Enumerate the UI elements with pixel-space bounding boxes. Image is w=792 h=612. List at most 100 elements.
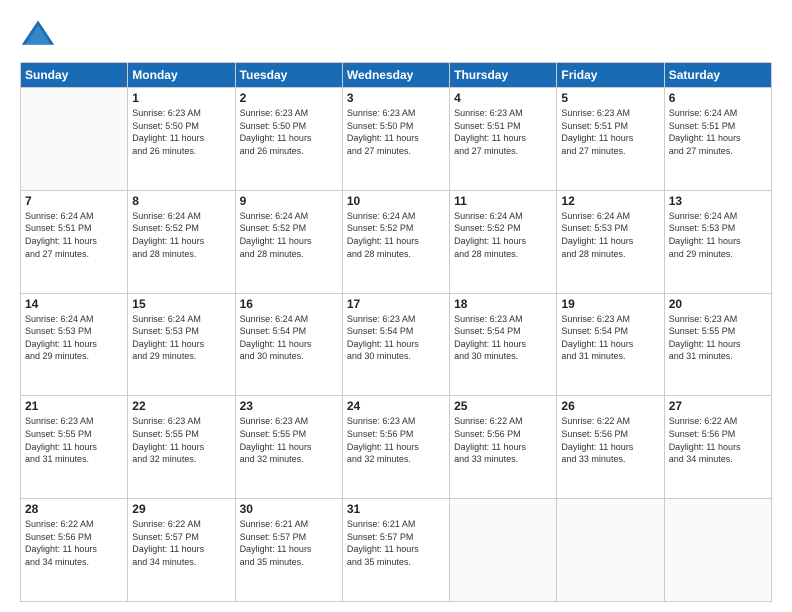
day-number: 28 — [25, 502, 123, 516]
day-number: 26 — [561, 399, 659, 413]
calendar: SundayMondayTuesdayWednesdayThursdayFrid… — [20, 62, 772, 602]
calendar-cell: 21 Sunrise: 6:23 AMSunset: 5:55 PMDayligh… — [21, 396, 128, 499]
calendar-cell: 6 Sunrise: 6:24 AMSunset: 5:51 PMDaylight… — [664, 88, 771, 191]
day-info: Sunrise: 6:22 AMSunset: 5:57 PMDaylight:… — [132, 518, 230, 568]
day-info: Sunrise: 6:24 AMSunset: 5:52 PMDaylight:… — [240, 210, 338, 260]
day-info: Sunrise: 6:23 AMSunset: 5:55 PMDaylight:… — [669, 313, 767, 363]
calendar-cell: 30 Sunrise: 6:21 AMSunset: 5:57 PMDayligh… — [235, 499, 342, 602]
calendar-cell: 15 Sunrise: 6:24 AMSunset: 5:53 PMDayligh… — [128, 293, 235, 396]
header-day-friday: Friday — [557, 63, 664, 88]
logo — [20, 16, 62, 52]
calendar-cell: 19 Sunrise: 6:23 AMSunset: 5:54 PMDayligh… — [557, 293, 664, 396]
day-info: Sunrise: 6:21 AMSunset: 5:57 PMDaylight:… — [347, 518, 445, 568]
calendar-cell: 26 Sunrise: 6:22 AMSunset: 5:56 PMDayligh… — [557, 396, 664, 499]
calendar-cell: 27 Sunrise: 6:22 AMSunset: 5:56 PMDayligh… — [664, 396, 771, 499]
day-info: Sunrise: 6:22 AMSunset: 5:56 PMDaylight:… — [561, 415, 659, 465]
day-number: 16 — [240, 297, 338, 311]
day-number: 1 — [132, 91, 230, 105]
header-day-sunday: Sunday — [21, 63, 128, 88]
logo-icon — [20, 16, 56, 52]
calendar-cell: 23Sunrise: 6:23 AMSunset: 5:55 PMDayligh… — [235, 396, 342, 499]
day-number: 29 — [132, 502, 230, 516]
calendar-cell: 10Sunrise: 6:24 AMSunset: 5:52 PMDayligh… — [342, 190, 449, 293]
header — [20, 16, 772, 52]
page: SundayMondayTuesdayWednesdayThursdayFrid… — [0, 0, 792, 612]
calendar-cell: 17 Sunrise: 6:23 AMSunset: 5:54 PMDayligh… — [342, 293, 449, 396]
calendar-cell: 12 Sunrise: 6:24 AMSunset: 5:53 PMDayligh… — [557, 190, 664, 293]
header-day-saturday: Saturday — [664, 63, 771, 88]
day-number: 3 — [347, 91, 445, 105]
day-info: Sunrise: 6:22 AMSunset: 5:56 PMDaylight:… — [454, 415, 552, 465]
calendar-cell: 11 Sunrise: 6:24 AMSunset: 5:52 PMDayligh… — [450, 190, 557, 293]
calendar-cell: 4Sunrise: 6:23 AMSunset: 5:51 PMDaylight… — [450, 88, 557, 191]
day-info: Sunrise: 6:24 AMSunset: 5:52 PMDaylight:… — [454, 210, 552, 260]
day-info: Sunrise: 6:24 AMSunset: 5:53 PMDaylight:… — [25, 313, 123, 363]
day-number: 27 — [669, 399, 767, 413]
day-number: 2 — [240, 91, 338, 105]
calendar-cell: 14 Sunrise: 6:24 AMSunset: 5:53 PMDayligh… — [21, 293, 128, 396]
calendar-cell: 24Sunrise: 6:23 AMSunset: 5:56 PMDayligh… — [342, 396, 449, 499]
day-info: Sunrise: 6:21 AMSunset: 5:57 PMDaylight:… — [240, 518, 338, 568]
day-info: Sunrise: 6:24 AMSunset: 5:53 PMDaylight:… — [669, 210, 767, 260]
calendar-cell: 22 Sunrise: 6:23 AMSunset: 5:55 PMDayligh… — [128, 396, 235, 499]
calendar-cell — [450, 499, 557, 602]
day-info: Sunrise: 6:24 AMSunset: 5:52 PMDaylight:… — [132, 210, 230, 260]
calendar-cell — [557, 499, 664, 602]
day-number: 24 — [347, 399, 445, 413]
day-number: 12 — [561, 194, 659, 208]
day-info: Sunrise: 6:23 AMSunset: 5:54 PMDaylight:… — [561, 313, 659, 363]
calendar-cell: 18Sunrise: 6:23 AMSunset: 5:54 PMDayligh… — [450, 293, 557, 396]
day-number: 25 — [454, 399, 552, 413]
calendar-cell: 5 Sunrise: 6:23 AMSunset: 5:51 PMDaylight… — [557, 88, 664, 191]
day-info: Sunrise: 6:23 AMSunset: 5:55 PMDaylight:… — [25, 415, 123, 465]
calendar-cell: 31Sunrise: 6:21 AMSunset: 5:57 PMDayligh… — [342, 499, 449, 602]
day-info: Sunrise: 6:24 AMSunset: 5:53 PMDaylight:… — [132, 313, 230, 363]
calendar-cell: 1 Sunrise: 6:23 AMSunset: 5:50 PMDaylight… — [128, 88, 235, 191]
day-info: Sunrise: 6:24 AMSunset: 5:51 PMDaylight:… — [669, 107, 767, 157]
day-info: Sunrise: 6:23 AMSunset: 5:50 PMDaylight:… — [132, 107, 230, 157]
calendar-cell: 9 Sunrise: 6:24 AMSunset: 5:52 PMDaylight… — [235, 190, 342, 293]
week-row-1: 1 Sunrise: 6:23 AMSunset: 5:50 PMDaylight… — [21, 88, 772, 191]
week-row-3: 14 Sunrise: 6:24 AMSunset: 5:53 PMDayligh… — [21, 293, 772, 396]
day-info: Sunrise: 6:23 AMSunset: 5:55 PMDaylight:… — [132, 415, 230, 465]
day-number: 11 — [454, 194, 552, 208]
calendar-cell — [21, 88, 128, 191]
day-number: 7 — [25, 194, 123, 208]
day-info: Sunrise: 6:23 AMSunset: 5:54 PMDaylight:… — [347, 313, 445, 363]
week-row-2: 7 Sunrise: 6:24 AMSunset: 5:51 PMDaylight… — [21, 190, 772, 293]
calendar-cell — [664, 499, 771, 602]
week-row-5: 28Sunrise: 6:22 AMSunset: 5:56 PMDayligh… — [21, 499, 772, 602]
day-number: 15 — [132, 297, 230, 311]
day-info: Sunrise: 6:23 AMSunset: 5:55 PMDaylight:… — [240, 415, 338, 465]
calendar-cell: 16 Sunrise: 6:24 AMSunset: 5:54 PMDayligh… — [235, 293, 342, 396]
day-number: 9 — [240, 194, 338, 208]
week-row-4: 21 Sunrise: 6:23 AMSunset: 5:55 PMDayligh… — [21, 396, 772, 499]
day-number: 17 — [347, 297, 445, 311]
calendar-cell: 29 Sunrise: 6:22 AMSunset: 5:57 PMDayligh… — [128, 499, 235, 602]
day-info: Sunrise: 6:24 AMSunset: 5:54 PMDaylight:… — [240, 313, 338, 363]
day-info: Sunrise: 6:23 AMSunset: 5:54 PMDaylight:… — [454, 313, 552, 363]
calendar-cell: 3Sunrise: 6:23 AMSunset: 5:50 PMDaylight… — [342, 88, 449, 191]
calendar-header-row: SundayMondayTuesdayWednesdayThursdayFrid… — [21, 63, 772, 88]
header-day-tuesday: Tuesday — [235, 63, 342, 88]
calendar-cell: 2 Sunrise: 6:23 AMSunset: 5:50 PMDaylight… — [235, 88, 342, 191]
day-number: 30 — [240, 502, 338, 516]
calendar-cell: 28Sunrise: 6:22 AMSunset: 5:56 PMDayligh… — [21, 499, 128, 602]
day-number: 5 — [561, 91, 659, 105]
day-number: 21 — [25, 399, 123, 413]
day-number: 14 — [25, 297, 123, 311]
day-info: Sunrise: 6:23 AMSunset: 5:50 PMDaylight:… — [240, 107, 338, 157]
day-number: 22 — [132, 399, 230, 413]
day-info: Sunrise: 6:23 AMSunset: 5:51 PMDaylight:… — [561, 107, 659, 157]
day-info: Sunrise: 6:22 AMSunset: 5:56 PMDaylight:… — [669, 415, 767, 465]
day-info: Sunrise: 6:24 AMSunset: 5:51 PMDaylight:… — [25, 210, 123, 260]
day-number: 8 — [132, 194, 230, 208]
calendar-cell: 25 Sunrise: 6:22 AMSunset: 5:56 PMDayligh… — [450, 396, 557, 499]
day-number: 4 — [454, 91, 552, 105]
calendar-cell: 7 Sunrise: 6:24 AMSunset: 5:51 PMDaylight… — [21, 190, 128, 293]
calendar-cell: 8 Sunrise: 6:24 AMSunset: 5:52 PMDaylight… — [128, 190, 235, 293]
day-number: 19 — [561, 297, 659, 311]
header-day-monday: Monday — [128, 63, 235, 88]
day-info: Sunrise: 6:24 AMSunset: 5:53 PMDaylight:… — [561, 210, 659, 260]
day-number: 6 — [669, 91, 767, 105]
